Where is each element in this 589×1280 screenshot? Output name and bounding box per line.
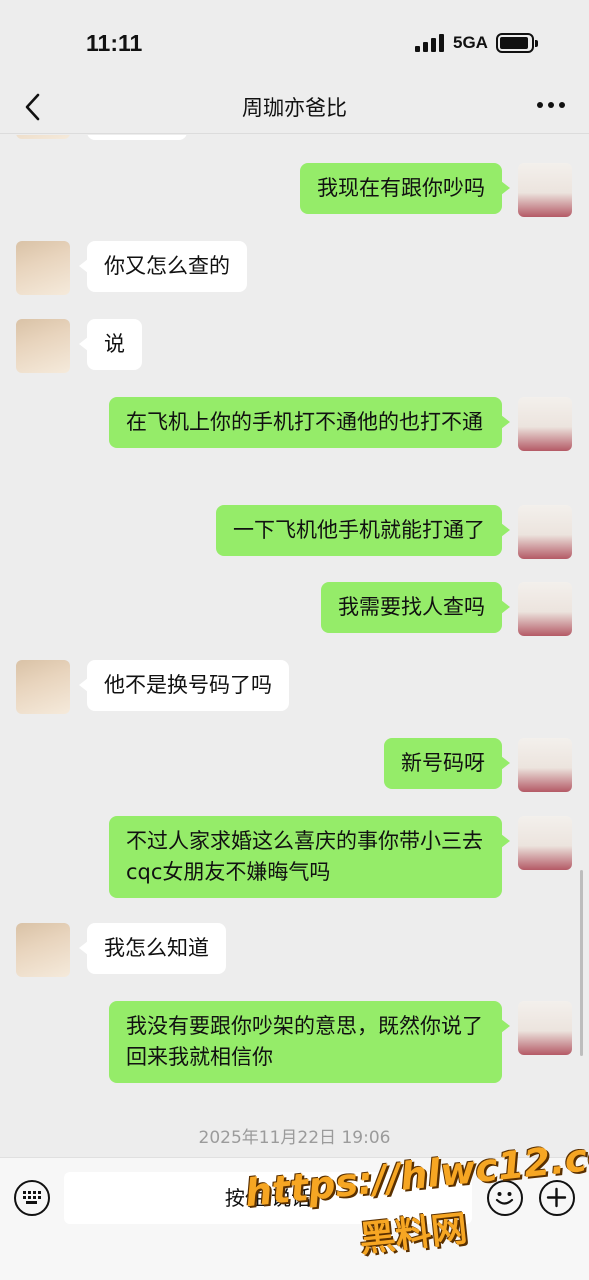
signal-icon — [415, 34, 445, 52]
my-avatar[interactable] — [518, 738, 572, 792]
message-bubble-right[interactable]: 新号码呀 — [384, 738, 510, 789]
hold-to-talk-button[interactable]: 按住 说话 — [64, 1172, 472, 1224]
chat-header: 周珈亦爸比 — [0, 80, 589, 134]
status-bar: 11:11 5GA — [0, 0, 589, 80]
contact-avatar[interactable] — [16, 923, 70, 977]
emoji-icon[interactable] — [487, 1180, 523, 1216]
message-list[interactable]: 我现在有跟你吵吗 你又怎么查的 说 在飞机上你的手机打不通他的也打不通 一下飞机… — [0, 135, 589, 1157]
battery-icon — [496, 33, 538, 53]
message-bubble-left[interactable]: 我怎么知道 — [79, 923, 226, 974]
message-bubble-right[interactable]: 我需要找人查吗 — [321, 582, 510, 633]
contact-avatar[interactable] — [16, 660, 70, 714]
message-timestamp: 2025年11月22日 19:06 — [198, 1128, 391, 1148]
contact-avatar[interactable] — [16, 135, 70, 139]
status-time: 11:11 — [86, 30, 143, 56]
my-avatar[interactable] — [518, 1001, 572, 1055]
my-avatar[interactable] — [518, 816, 572, 870]
my-avatar[interactable] — [518, 163, 572, 217]
message-bubble-left[interactable]: 说 — [79, 319, 142, 370]
more-dots-icon[interactable] — [537, 102, 565, 110]
keyboard-icon[interactable] — [14, 1180, 50, 1216]
contact-avatar[interactable] — [16, 319, 70, 373]
my-avatar[interactable] — [518, 505, 572, 559]
message-bubble-left[interactable]: 他不是换号码了吗 — [79, 660, 289, 711]
plus-icon[interactable] — [539, 1180, 575, 1216]
message-bubble-right[interactable]: 我现在有跟你吵吗 — [300, 163, 510, 214]
network-label: 5GA — [453, 33, 488, 52]
message-bubble-right[interactable]: 不过人家求婚这么喜庆的事你带小三去cqc女朋友不嫌晦气吗 — [109, 816, 510, 898]
message-bubble-right[interactable]: 一下飞机他手机就能打通了 — [216, 505, 510, 556]
my-avatar[interactable] — [518, 582, 572, 636]
scrollbar[interactable] — [580, 870, 583, 1056]
message-bubble-left[interactable]: 你又怎么查的 — [79, 241, 247, 292]
message-bubble-left[interactable] — [87, 135, 187, 140]
chat-title: 周珈亦爸比 — [242, 96, 347, 120]
my-avatar[interactable] — [518, 397, 572, 451]
input-bar: 按住 说话 — [0, 1157, 589, 1280]
message-bubble-right[interactable]: 在飞机上你的手机打不通他的也打不通 — [109, 397, 510, 448]
message-bubble-right[interactable]: 我没有要跟你吵架的意思，既然你说了回来我就相信你 — [109, 1001, 510, 1083]
contact-avatar[interactable] — [16, 241, 70, 295]
